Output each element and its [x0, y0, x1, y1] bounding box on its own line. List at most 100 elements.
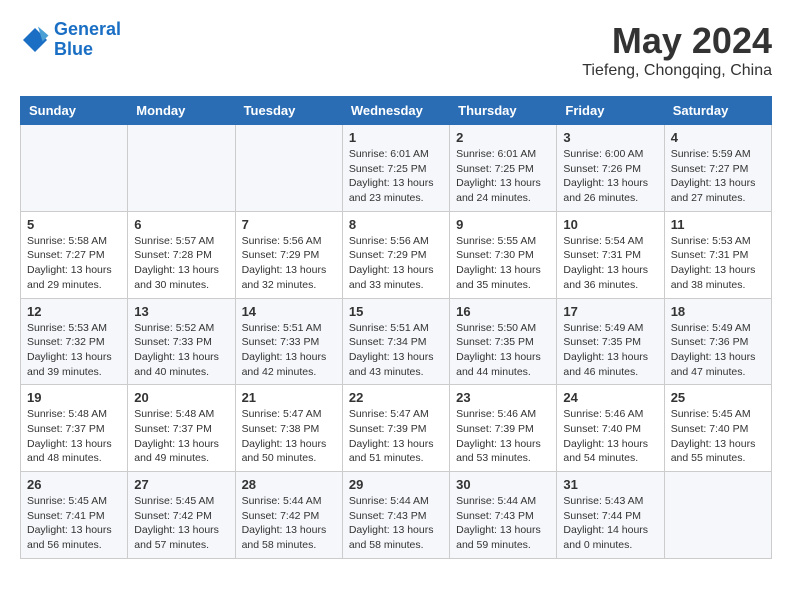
day-number: 1: [349, 130, 443, 145]
day-number: 25: [671, 390, 765, 405]
day-number: 24: [563, 390, 657, 405]
day-header-monday: Monday: [128, 97, 235, 125]
day-info: Sunrise: 5:49 AM Sunset: 7:36 PM Dayligh…: [671, 321, 765, 380]
day-info: Sunrise: 5:45 AM Sunset: 7:42 PM Dayligh…: [134, 494, 228, 553]
day-number: 9: [456, 217, 550, 232]
day-number: 21: [242, 390, 336, 405]
calendar-cell: 28Sunrise: 5:44 AM Sunset: 7:42 PM Dayli…: [235, 472, 342, 559]
day-number: 7: [242, 217, 336, 232]
calendar-cell: 19 Sunrise: 5:48 AM Sunset: 7:37 PM Dayli…: [21, 385, 128, 472]
calendar-cell: [128, 125, 235, 212]
title-block: May 2024 Tiefeng, Chongqing, China: [582, 20, 772, 80]
day-number: 3: [563, 130, 657, 145]
day-info: Sunrise: 5:44 AM Sunset: 7:43 PM Dayligh…: [456, 494, 550, 553]
calendar-week-4: 19 Sunrise: 5:48 AM Sunset: 7:37 PM Dayli…: [21, 385, 772, 472]
day-info: Sunrise: 5:45 AM Sunset: 7:40 PM Dayligh…: [671, 407, 765, 466]
calendar-cell: 1Sunrise: 6:01 AM Sunset: 7:25 PM Daylig…: [342, 125, 449, 212]
day-info: Sunrise: 5:46 AM Sunset: 7:39 PM Dayligh…: [456, 407, 550, 466]
calendar-cell: 5Sunrise: 5:58 AM Sunset: 7:27 PM Daylig…: [21, 211, 128, 298]
day-number: 22: [349, 390, 443, 405]
day-number: 13: [134, 304, 228, 319]
day-info: Sunrise: 5:50 AM Sunset: 7:35 PM Dayligh…: [456, 321, 550, 380]
day-header-wednesday: Wednesday: [342, 97, 449, 125]
calendar-cell: 2 Sunrise: 6:01 AM Sunset: 7:25 PM Daylig…: [450, 125, 557, 212]
day-number: 5: [27, 217, 121, 232]
calendar-cell: [664, 472, 771, 559]
calendar-cell: 30 Sunrise: 5:44 AM Sunset: 7:43 PM Dayli…: [450, 472, 557, 559]
day-number: 6: [134, 217, 228, 232]
day-number: 15: [349, 304, 443, 319]
day-info: Sunrise: 5:44 AM Sunset: 7:42 PM Dayligh…: [242, 494, 336, 553]
calendar-table: SundayMondayTuesdayWednesdayThursdayFrid…: [20, 96, 772, 559]
day-info: Sunrise: 5:53 AM Sunset: 7:31 PM Dayligh…: [671, 234, 765, 293]
calendar-cell: 29 Sunrise: 5:44 AM Sunset: 7:43 PM Dayli…: [342, 472, 449, 559]
calendar-week-3: 12 Sunrise: 5:53 AM Sunset: 7:32 PM Dayli…: [21, 298, 772, 385]
day-info: Sunrise: 5:56 AM Sunset: 7:29 PM Dayligh…: [242, 234, 336, 293]
day-info: Sunrise: 5:47 AM Sunset: 7:38 PM Dayligh…: [242, 407, 336, 466]
calendar-cell: 15 Sunrise: 5:51 AM Sunset: 7:34 PM Dayli…: [342, 298, 449, 385]
calendar-week-5: 26 Sunrise: 5:45 AM Sunset: 7:41 PM Dayli…: [21, 472, 772, 559]
day-number: 11: [671, 217, 765, 232]
day-number: 19: [27, 390, 121, 405]
day-info: Sunrise: 5:52 AM Sunset: 7:33 PM Dayligh…: [134, 321, 228, 380]
day-number: 12: [27, 304, 121, 319]
day-info: Sunrise: 5:49 AM Sunset: 7:35 PM Dayligh…: [563, 321, 657, 380]
day-number: 20: [134, 390, 228, 405]
day-info: Sunrise: 6:01 AM Sunset: 7:25 PM Dayligh…: [456, 147, 550, 206]
calendar-cell: 14 Sunrise: 5:51 AM Sunset: 7:33 PM Dayli…: [235, 298, 342, 385]
day-number: 30: [456, 477, 550, 492]
day-info: Sunrise: 5:47 AM Sunset: 7:39 PM Dayligh…: [349, 407, 443, 466]
day-info: Sunrise: 5:43 AM Sunset: 7:44 PM Dayligh…: [563, 494, 657, 553]
logo: General Blue: [20, 20, 121, 60]
day-number: 18: [671, 304, 765, 319]
day-info: Sunrise: 5:45 AM Sunset: 7:41 PM Dayligh…: [27, 494, 121, 553]
calendar-cell: 9 Sunrise: 5:55 AM Sunset: 7:30 PM Daylig…: [450, 211, 557, 298]
calendar-cell: 27 Sunrise: 5:45 AM Sunset: 7:42 PM Dayli…: [128, 472, 235, 559]
day-info: Sunrise: 5:55 AM Sunset: 7:30 PM Dayligh…: [456, 234, 550, 293]
calendar-cell: 31 Sunrise: 5:43 AM Sunset: 7:44 PM Dayli…: [557, 472, 664, 559]
calendar-cell: 26 Sunrise: 5:45 AM Sunset: 7:41 PM Dayli…: [21, 472, 128, 559]
calendar-cell: 20 Sunrise: 5:48 AM Sunset: 7:37 PM Dayli…: [128, 385, 235, 472]
day-number: 10: [563, 217, 657, 232]
day-number: 17: [563, 304, 657, 319]
day-header-friday: Friday: [557, 97, 664, 125]
logo-text: General Blue: [54, 20, 121, 60]
day-header-tuesday: Tuesday: [235, 97, 342, 125]
day-number: 26: [27, 477, 121, 492]
day-info: Sunrise: 5:59 AM Sunset: 7:27 PM Dayligh…: [671, 147, 765, 206]
calendar-cell: 21 Sunrise: 5:47 AM Sunset: 7:38 PM Dayli…: [235, 385, 342, 472]
calendar-cell: 22 Sunrise: 5:47 AM Sunset: 7:39 PM Dayli…: [342, 385, 449, 472]
day-number: 27: [134, 477, 228, 492]
day-info: Sunrise: 5:57 AM Sunset: 7:28 PM Dayligh…: [134, 234, 228, 293]
month-title: May 2024: [582, 20, 772, 62]
day-number: 31: [563, 477, 657, 492]
day-number: 4: [671, 130, 765, 145]
day-header-sunday: Sunday: [21, 97, 128, 125]
day-info: Sunrise: 5:48 AM Sunset: 7:37 PM Dayligh…: [27, 407, 121, 466]
day-info: Sunrise: 5:46 AM Sunset: 7:40 PM Dayligh…: [563, 407, 657, 466]
calendar-cell: 11 Sunrise: 5:53 AM Sunset: 7:31 PM Dayli…: [664, 211, 771, 298]
location: Tiefeng, Chongqing, China: [582, 62, 772, 80]
calendar-cell: 24 Sunrise: 5:46 AM Sunset: 7:40 PM Dayli…: [557, 385, 664, 472]
calendar-week-1: 1 Sunrise: 6:01 AM Sunset: 7:25 PM Daylig…: [21, 125, 772, 212]
day-number: 14: [242, 304, 336, 319]
day-number: 2: [456, 130, 550, 145]
day-number: 16: [456, 304, 550, 319]
day-info: Sunrise: 5:51 AM Sunset: 7:33 PM Dayligh…: [242, 321, 336, 380]
calendar-cell: 23 Sunrise: 5:46 AM Sunset: 7:39 PM Dayli…: [450, 385, 557, 472]
calendar-week-2: 5Sunrise: 5:58 AM Sunset: 7:27 PM Daylig…: [21, 211, 772, 298]
calendar-cell: 25 Sunrise: 5:45 AM Sunset: 7:40 PM Dayli…: [664, 385, 771, 472]
day-number: 23: [456, 390, 550, 405]
day-info: Sunrise: 6:00 AM Sunset: 7:26 PM Dayligh…: [563, 147, 657, 206]
day-info: Sunrise: 5:56 AM Sunset: 7:29 PM Dayligh…: [349, 234, 443, 293]
calendar-cell: 18 Sunrise: 5:49 AM Sunset: 7:36 PM Dayli…: [664, 298, 771, 385]
day-number: 29: [349, 477, 443, 492]
day-info: Sunrise: 5:51 AM Sunset: 7:34 PM Dayligh…: [349, 321, 443, 380]
calendar-cell: 6 Sunrise: 5:57 AM Sunset: 7:28 PM Daylig…: [128, 211, 235, 298]
day-info: Sunrise: 5:44 AM Sunset: 7:43 PM Dayligh…: [349, 494, 443, 553]
day-info: Sunrise: 5:54 AM Sunset: 7:31 PM Dayligh…: [563, 234, 657, 293]
day-info: Sunrise: 5:48 AM Sunset: 7:37 PM Dayligh…: [134, 407, 228, 466]
day-info: Sunrise: 5:53 AM Sunset: 7:32 PM Dayligh…: [27, 321, 121, 380]
calendar-body: 1 Sunrise: 6:01 AM Sunset: 7:25 PM Daylig…: [21, 125, 772, 559]
page-header: General Blue May 2024 Tiefeng, Chongqing…: [20, 20, 772, 80]
